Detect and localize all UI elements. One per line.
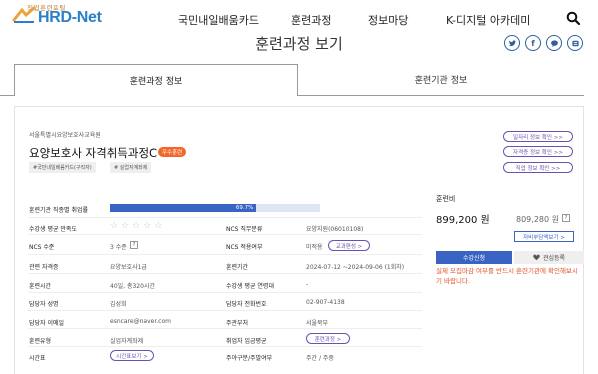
- tag-card: #국민내일배움카드(구직자): [29, 162, 96, 173]
- occupation-info-link[interactable]: 직업 정보 확인 >>: [503, 162, 573, 173]
- email-value[interactable]: esncare@naver.com: [110, 318, 171, 325]
- tab-divider: [0, 95, 14, 96]
- ncs-level-label: NCS 수준: [29, 244, 55, 251]
- fee-main: 899,200 원: [436, 215, 490, 226]
- search-icon[interactable]: [566, 11, 580, 25]
- ministry-value: 서울북부: [306, 320, 329, 327]
- twitter-icon[interactable]: [504, 35, 520, 51]
- employment-label: 훈련기관 직종별 취업률: [29, 207, 89, 214]
- facebook-icon[interactable]: f: [525, 35, 541, 51]
- tab-institution-info[interactable]: 훈련기관 정보: [298, 64, 584, 96]
- star-icon: ☆: [143, 221, 152, 231]
- nav-item-k-digital[interactable]: K-디지털 아카데미: [446, 12, 530, 28]
- star-icon: ☆: [154, 221, 163, 231]
- row-divider: [28, 273, 422, 274]
- talk-icon[interactable]: [546, 35, 562, 51]
- nav-item-info[interactable]: 정보마당: [368, 12, 408, 28]
- fee-sub: 809,280 원: [516, 215, 559, 224]
- ncs-apply-label: NCS 적용여부: [226, 244, 263, 251]
- satisfaction-label: 수강생 평균 만족도: [29, 226, 77, 233]
- heart-icon: [533, 254, 540, 261]
- job-info-link[interactable]: 일자리 정보 확인 >>: [503, 131, 573, 142]
- star-icon: ☆: [110, 221, 119, 231]
- timetable-label: 시간표: [29, 355, 46, 362]
- star-rating: ☆ ☆ ☆ ☆ ☆: [110, 221, 162, 231]
- employment-bar: 69.7%: [110, 204, 320, 212]
- curriculum-button[interactable]: 교과편성 >: [328, 240, 370, 251]
- institution-name[interactable]: 서울특별시요양보호사교육원: [29, 130, 101, 139]
- weekday-label: 주야구분/주말여부: [226, 355, 273, 362]
- star-icon: ☆: [132, 221, 141, 231]
- ncs-apply-value: 미적용: [306, 244, 323, 251]
- phone-label: 담당자 전화번호: [226, 301, 267, 308]
- row-divider: [28, 292, 422, 293]
- cert-value: 요양보호사1급: [110, 264, 147, 271]
- interest-label: 관심등록: [542, 255, 566, 262]
- tag-account: # 실업자계좌제: [110, 162, 152, 173]
- age-label: 수강생 평균 연령대: [226, 283, 274, 290]
- ncs-job-value: 요양지원(06010108): [306, 226, 364, 233]
- period-label: 훈련기간: [226, 264, 249, 271]
- timetable-button[interactable]: 시간표보기 >: [110, 350, 154, 361]
- row-divider: [28, 328, 422, 329]
- email-label: 담당자 이메일: [29, 320, 65, 327]
- cert-info-link[interactable]: 자격증 정보 확인 >>: [503, 146, 573, 157]
- period-value: 2024-07-12 ~2024-09-06 (1회차): [306, 264, 405, 271]
- cert-label: 관련 자격증: [29, 264, 59, 271]
- manager-label: 담당자 성명: [29, 301, 59, 308]
- ncs-level-value: 3 수준: [110, 244, 127, 251]
- kakaostory-icon[interactable]: [567, 35, 583, 51]
- row-divider: [28, 234, 422, 235]
- course-title: 요양보호사 자격취득과정C: [29, 146, 158, 160]
- logo[interactable]: HRD-Net: [38, 9, 102, 27]
- apply-button[interactable]: 수강신청: [436, 251, 512, 264]
- age-value: -: [306, 281, 309, 288]
- employment-rate: 69.7%: [235, 205, 254, 211]
- fee-help-icon[interactable]: ?: [562, 214, 570, 222]
- ncs-job-label: NCS 직무분류: [226, 226, 263, 233]
- logo-icon[interactable]: [12, 6, 36, 24]
- excellence-badge: 우수훈련: [158, 147, 187, 157]
- ministry-label: 주관부처: [226, 320, 249, 327]
- phone-value: 02-907-4138: [306, 299, 345, 306]
- nav-item-card[interactable]: 국민내일배움카드: [178, 12, 259, 28]
- manager-value: 김성희: [110, 301, 127, 308]
- nav-item-courses[interactable]: 훈련과정: [291, 12, 331, 28]
- type-value: 실업자계좌제: [110, 338, 144, 345]
- fee-label: 훈련비: [436, 195, 456, 203]
- tab-course-info[interactable]: 훈련과정 정보: [14, 64, 298, 96]
- type-label: 훈련유형: [29, 338, 52, 345]
- row-divider: [28, 217, 422, 218]
- help-icon[interactable]: ?: [130, 241, 138, 249]
- row-divider: [28, 310, 422, 311]
- row-divider: [28, 254, 422, 255]
- hours-value: 40일, 총320시간: [110, 283, 155, 290]
- star-icon: ☆: [121, 221, 130, 231]
- weekday-value: 주간 / 주중: [306, 355, 334, 362]
- row-divider: [28, 346, 422, 347]
- wage-label: 취업자 임금평균: [226, 338, 267, 345]
- self-pay-button[interactable]: 자비부담액보기 >: [514, 231, 574, 242]
- interest-button[interactable]: 관심등록: [514, 251, 584, 264]
- hours-label: 훈련시간: [29, 283, 52, 290]
- deadline-warning: 실제 모집마감 여부를 반드시 훈련기관에 확인해보시기 바랍니다.: [436, 267, 578, 285]
- wage-course-button[interactable]: 훈련과정 >: [306, 333, 350, 344]
